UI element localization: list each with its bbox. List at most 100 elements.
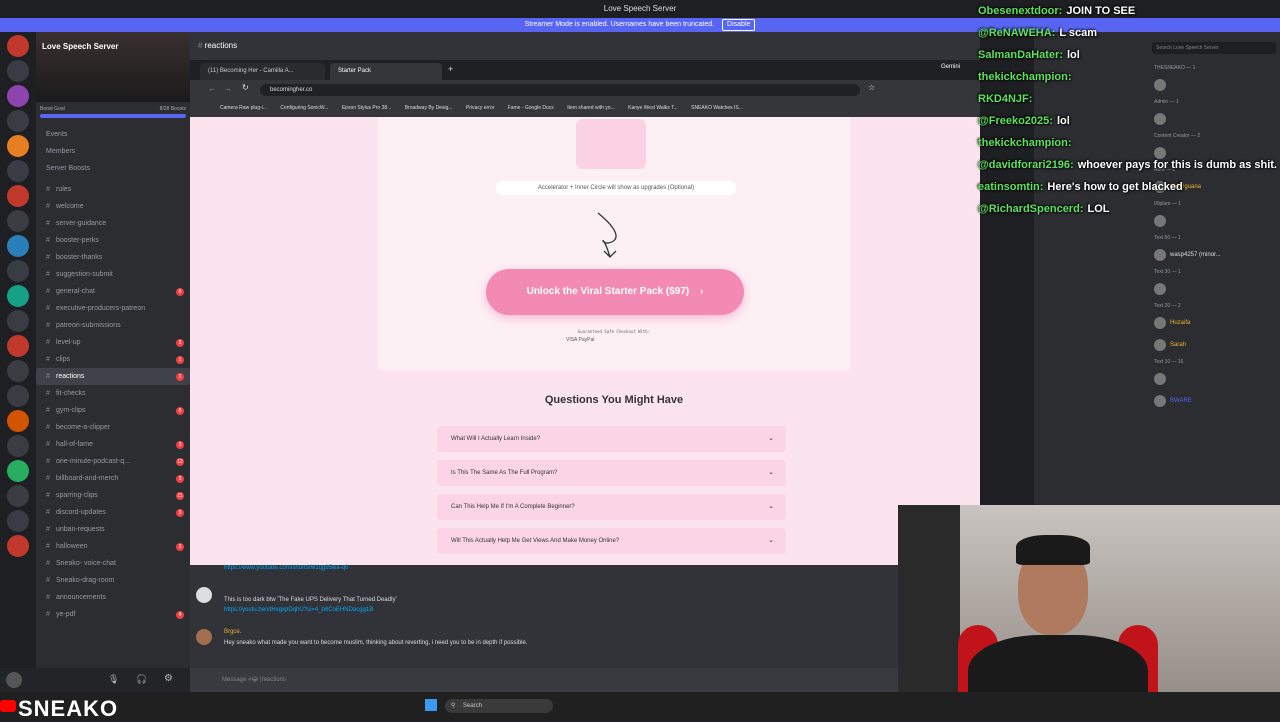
browser-tab[interactable]: (11) Becoming Her - Camilla A...	[200, 63, 325, 80]
browser-tab-active[interactable]: Starter Pack	[330, 63, 442, 80]
channel-item[interactable]: # halloween 3	[36, 538, 190, 555]
member-item[interactable]: BWARE	[1034, 390, 1280, 412]
channel-item[interactable]: # discord-updates 3	[36, 504, 190, 521]
channel-item[interactable]: # Sneako- voice-chat	[36, 555, 190, 572]
new-tab-button[interactable]: +	[448, 64, 453, 74]
channel-item[interactable]: # become-a-clipper	[36, 419, 190, 436]
server-name[interactable]: Love Speech Server	[42, 42, 118, 51]
server-icon[interactable]	[7, 435, 29, 457]
faq-question: Will This Actually Help Me Get Views And…	[451, 538, 620, 544]
member-item[interactable]	[1034, 278, 1280, 300]
server-icon[interactable]	[7, 110, 29, 132]
server-icon[interactable]	[7, 485, 29, 507]
headphones-icon[interactable]: 🎧	[136, 674, 147, 685]
channel-item[interactable]: # unban-requests	[36, 521, 190, 538]
faq-item[interactable]: Will This Actually Help Me Get Views And…	[437, 528, 786, 554]
member-item[interactable]: wasp4257 (minor...	[1034, 244, 1280, 266]
bookmark-item[interactable]: Broadway By Desig...	[405, 105, 453, 111]
star-icon[interactable]: ☆	[868, 83, 875, 92]
disable-streamer-mode-button[interactable]: Disable	[722, 19, 756, 31]
channel-item[interactable]: # booster-thanks	[36, 249, 190, 266]
message-author[interactable]: Brgce.	[224, 629, 241, 635]
server-icon[interactable]	[7, 310, 29, 332]
unlock-starter-pack-button[interactable]: Unlock the Viral Starter Pack ($97) ›	[486, 269, 744, 315]
channel-item[interactable]: # gym-clips 6	[36, 402, 190, 419]
server-icon[interactable]	[7, 60, 29, 82]
link[interactable]: https://www.youtube.com/shorts/M1qg95wa-…	[224, 565, 348, 571]
bookmark-item[interactable]: SNEAKO Watches IS...	[691, 105, 743, 111]
url-field[interactable]: becomingher.co	[260, 84, 860, 96]
boost-goal-label: Boost Goal	[40, 106, 65, 112]
message-input[interactable]: Message #😂 |reactions	[190, 668, 898, 692]
faq-item[interactable]: What Will I Actually Learn Inside? ⌄	[437, 426, 786, 452]
faq-item[interactable]: Can This Help Me If I'm A Complete Begin…	[437, 494, 786, 520]
bookmark-item[interactable]: Camera Raw plug-i...	[220, 105, 267, 111]
server-banner[interactable]: Love Speech Server Boost Goal 8/28 Boost…	[36, 32, 190, 118]
channel-item[interactable]: # announcements	[36, 589, 190, 606]
member-item[interactable]	[1034, 368, 1280, 390]
boost-goal[interactable]: Boost Goal 8/28 Boosts	[40, 106, 186, 118]
channel-item[interactable]: # level-up 3	[36, 334, 190, 351]
mic-icon[interactable]: 🎙	[108, 674, 119, 685]
nav-server-boosts[interactable]: Server Boosts	[36, 160, 190, 177]
server-icon[interactable]	[7, 460, 29, 482]
forward-icon[interactable]: →	[224, 84, 232, 93]
server-icon[interactable]	[7, 285, 29, 307]
taskbar-search[interactable]: ⚲ Search	[445, 699, 553, 713]
server-icon[interactable]	[7, 35, 29, 57]
channel-item[interactable]: # billboard-and-merch 3	[36, 470, 190, 487]
nav-events[interactable]: Events	[36, 126, 190, 143]
channel-item[interactable]: # ye-pdf 4	[36, 606, 190, 623]
bookmark-item[interactable]: Item shared with yo...	[567, 105, 615, 111]
bookmark-item[interactable]: Epson Stylus Pro 38...	[342, 105, 391, 111]
channel-item[interactable]: # one-minute-podcast-q... 12	[36, 453, 190, 470]
server-icon[interactable]	[7, 335, 29, 357]
channel-item[interactable]: # welcome	[36, 198, 190, 215]
server-icon[interactable]	[7, 210, 29, 232]
bookmark-item[interactable]: Configuring SonicW...	[280, 105, 328, 111]
gemini-button[interactable]: Gemini	[941, 64, 960, 70]
server-icon[interactable]	[7, 85, 29, 107]
server-icon[interactable]	[7, 410, 29, 432]
windows-start-icon[interactable]	[425, 699, 437, 711]
avatar[interactable]	[6, 672, 22, 688]
bookmark-item[interactable]: Fame - Google Docs	[508, 105, 554, 111]
server-icon[interactable]	[7, 185, 29, 207]
gear-icon[interactable]: ⚙	[164, 673, 173, 684]
back-icon[interactable]: ←	[208, 84, 216, 93]
channel-item[interactable]: # rules	[36, 181, 190, 198]
member-item[interactable]: Huzaifa	[1034, 312, 1280, 334]
member-item[interactable]: Sarah	[1034, 334, 1280, 356]
channel-item[interactable]: # sparring-clips 11	[36, 487, 190, 504]
channel-item[interactable]: # executive-producers-patreon	[36, 300, 190, 317]
channel-item[interactable]: # reactions 1	[36, 368, 190, 385]
channel-item[interactable]: # suggestion-submit	[36, 266, 190, 283]
bookmark-item[interactable]: Kanye West Walks T...	[628, 105, 678, 111]
message-link[interactable]: https://www.youtube.com/shorts/M1qg95wa-…	[224, 565, 348, 571]
avatar[interactable]	[196, 587, 212, 603]
faq-item[interactable]: Is This The Same As The Full Program? ⌄	[437, 460, 786, 486]
message-link[interactable]: https://youtu.be/vtHxgxpDqhU?si=4_b8CoEH…	[224, 607, 373, 613]
channel-item[interactable]: # clips 1	[36, 351, 190, 368]
channel-item[interactable]: # Sneako-drag-room	[36, 572, 190, 589]
reload-icon[interactable]: ↻	[242, 83, 249, 92]
server-icon[interactable]	[7, 360, 29, 382]
channel-item[interactable]: # fit-checks	[36, 385, 190, 402]
channel-item[interactable]: # patreon-submissions	[36, 317, 190, 334]
server-icon[interactable]	[7, 385, 29, 407]
server-icon[interactable]	[7, 535, 29, 557]
server-icon[interactable]	[7, 160, 29, 182]
bookmark-item[interactable]: Privacy error	[466, 105, 494, 111]
server-icon[interactable]	[7, 135, 29, 157]
channel-item[interactable]: # booster-perks	[36, 232, 190, 249]
server-icon[interactable]	[7, 235, 29, 257]
server-icon[interactable]	[7, 260, 29, 282]
channel-item[interactable]: # general-chat 6	[36, 283, 190, 300]
nav-members[interactable]: Members	[36, 143, 190, 160]
user-panel: 🎙 🎧 ⚙	[0, 668, 190, 692]
link[interactable]: https://youtu.be/vtHxgxpDqhU?si=4_b8CoEH…	[224, 607, 373, 613]
channel-item[interactable]: # hall-of-fame 3	[36, 436, 190, 453]
avatar[interactable]	[196, 629, 212, 645]
channel-item[interactable]: # server-guidance	[36, 215, 190, 232]
server-icon[interactable]	[7, 510, 29, 532]
